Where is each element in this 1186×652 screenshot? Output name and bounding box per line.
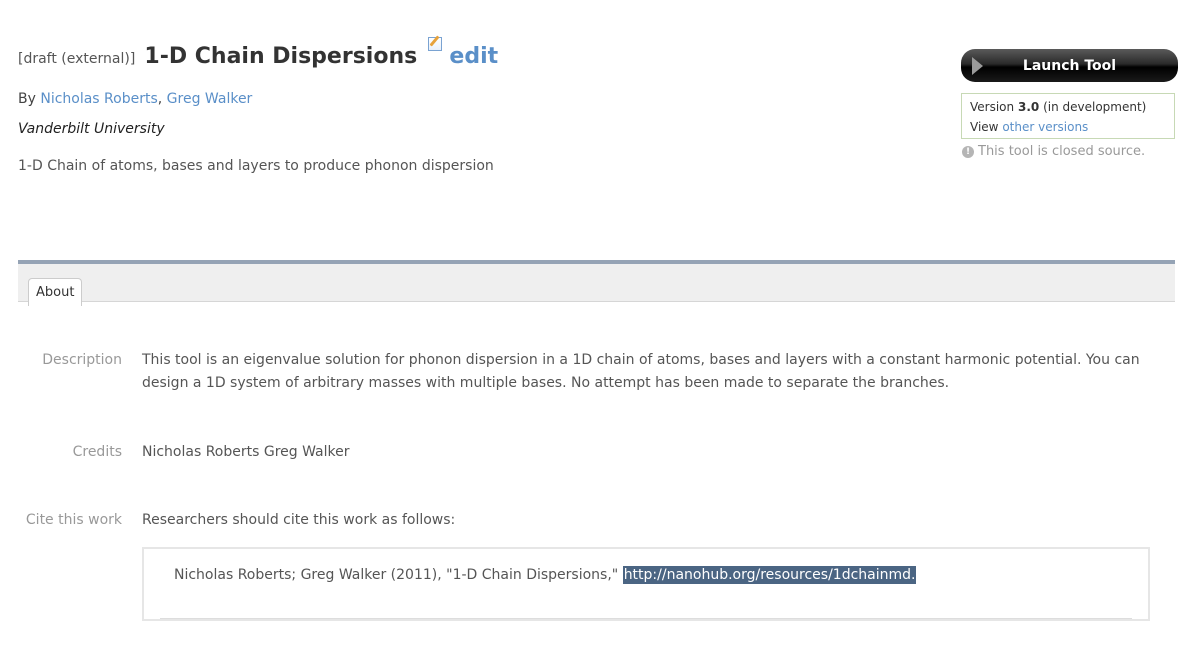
closed-source-notice: ! This tool is closed source. bbox=[962, 144, 1145, 159]
version-number: 3.0 bbox=[1017, 100, 1040, 114]
by-label: By bbox=[18, 91, 36, 107]
launch-tool-label: Launch Tool bbox=[1022, 57, 1117, 74]
page-title: 1-D Chain Dispersions bbox=[144, 44, 418, 69]
citation-box: Nicholas Roberts; Greg Walker (2011), "1… bbox=[142, 547, 1150, 621]
description-label: Description bbox=[42, 352, 122, 368]
version-box: Version 3.0 (in development) View other … bbox=[961, 93, 1175, 139]
cite-intro: Researchers should cite this work as fol… bbox=[142, 512, 456, 528]
version-status: (in development) bbox=[1043, 100, 1147, 114]
credits-label: Credits bbox=[72, 444, 122, 460]
version-prefix: Version bbox=[970, 100, 1015, 114]
edit-icon[interactable] bbox=[428, 37, 443, 51]
version-line: Version 3.0 (in development) bbox=[970, 97, 1166, 117]
cite-label: Cite this work bbox=[25, 512, 122, 528]
organization: Vanderbilt University bbox=[18, 121, 165, 137]
citation-divider bbox=[160, 618, 1132, 619]
summary: 1-D Chain of atoms, bases and layers to … bbox=[18, 158, 494, 174]
closed-source-text: This tool is closed source. bbox=[978, 144, 1146, 159]
launch-tool-button[interactable]: Launch Tool bbox=[961, 49, 1178, 82]
other-versions-link[interactable]: other versions bbox=[1002, 120, 1088, 134]
author-link[interactable]: Nicholas Roberts bbox=[40, 91, 157, 107]
title-line: [draft (external)] 1-D Chain Dispersions… bbox=[18, 37, 498, 69]
author-separator: , bbox=[157, 91, 167, 107]
view-prefix: View bbox=[970, 120, 999, 134]
citation-url[interactable]: http://nanohub.org/resources/1dchainmd. bbox=[622, 566, 917, 584]
tab-bar: About bbox=[18, 260, 1175, 306]
draft-status-label: [draft (external)] bbox=[18, 51, 136, 67]
authors-line: By Nicholas Roberts, Greg Walker bbox=[18, 91, 252, 107]
description-text: This tool is an eigenvalue solution for … bbox=[142, 352, 1140, 391]
citation-text: Nicholas Roberts; Greg Walker (2011), "1… bbox=[174, 567, 619, 583]
play-icon bbox=[972, 57, 983, 75]
author-link[interactable]: Greg Walker bbox=[167, 91, 253, 107]
credits-text: Nicholas Roberts Greg Walker bbox=[142, 444, 350, 460]
citation: Nicholas Roberts; Greg Walker (2011), "1… bbox=[174, 566, 917, 584]
edit-link[interactable]: edit bbox=[449, 44, 498, 69]
other-versions-line: View other versions bbox=[970, 117, 1166, 137]
info-icon: ! bbox=[962, 145, 974, 158]
tab-about[interactable]: About bbox=[28, 278, 83, 306]
